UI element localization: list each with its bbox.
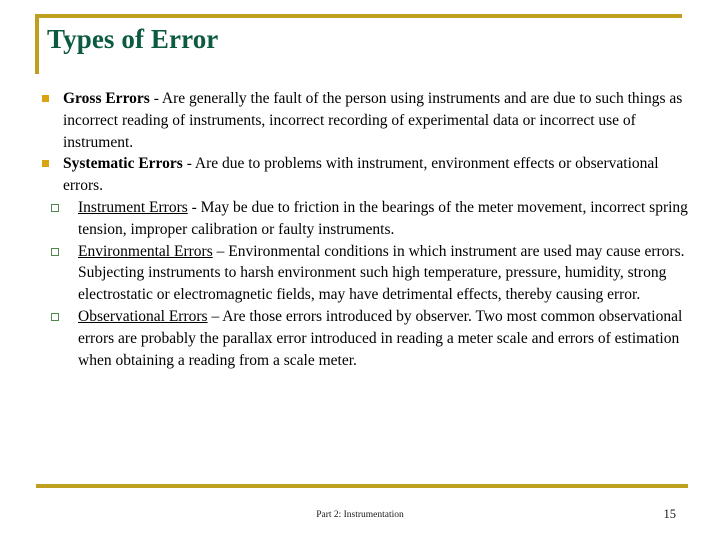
hollow-square-bullet-icon: [51, 312, 59, 321]
title-top-rule: [35, 14, 682, 18]
bullet-systematic-errors: Systematic Errors - Are due to problems …: [36, 153, 696, 197]
bullet-body-text: - Are generally the fault of the person …: [63, 90, 683, 151]
hollow-square-bullet-icon: [51, 247, 59, 256]
page-title: Types of Error: [47, 24, 219, 54]
sub-bullet-environmental-errors: Environmental Errors – Environmental con…: [44, 241, 696, 306]
square-bullet-icon: [42, 160, 49, 168]
sub-bullet-lead-label: Instrument Errors: [78, 198, 188, 216]
bullet-lead-label: Systematic Errors: [63, 155, 183, 173]
bullet-lead-label: Gross Errors: [63, 90, 150, 107]
slide-body: Gross Errors - Are generally the fault o…: [36, 88, 696, 371]
sub-bullet-observational-errors: Observational Errors – Are those errors …: [44, 306, 696, 371]
title-left-rule: [35, 14, 39, 74]
sub-bullet-list: Instrument Errors - May be due to fricti…: [36, 197, 696, 371]
footer-text: Part 2: Instrumentation: [316, 510, 404, 520]
footer-rule: [36, 484, 688, 488]
sub-bullet-lead-label: Environmental Errors: [78, 242, 213, 260]
square-bullet-icon: [42, 95, 49, 102]
slide: Types of Error Gross Errors - Are genera…: [0, 0, 720, 540]
sub-bullet-lead-label: Observational Errors: [78, 307, 208, 325]
sub-bullet-instrument-errors: Instrument Errors - May be due to fricti…: [44, 197, 696, 241]
page-number: 15: [663, 507, 677, 521]
hollow-square-bullet-icon: [51, 203, 59, 212]
bullet-gross-errors: Gross Errors - Are generally the fault o…: [36, 88, 696, 153]
